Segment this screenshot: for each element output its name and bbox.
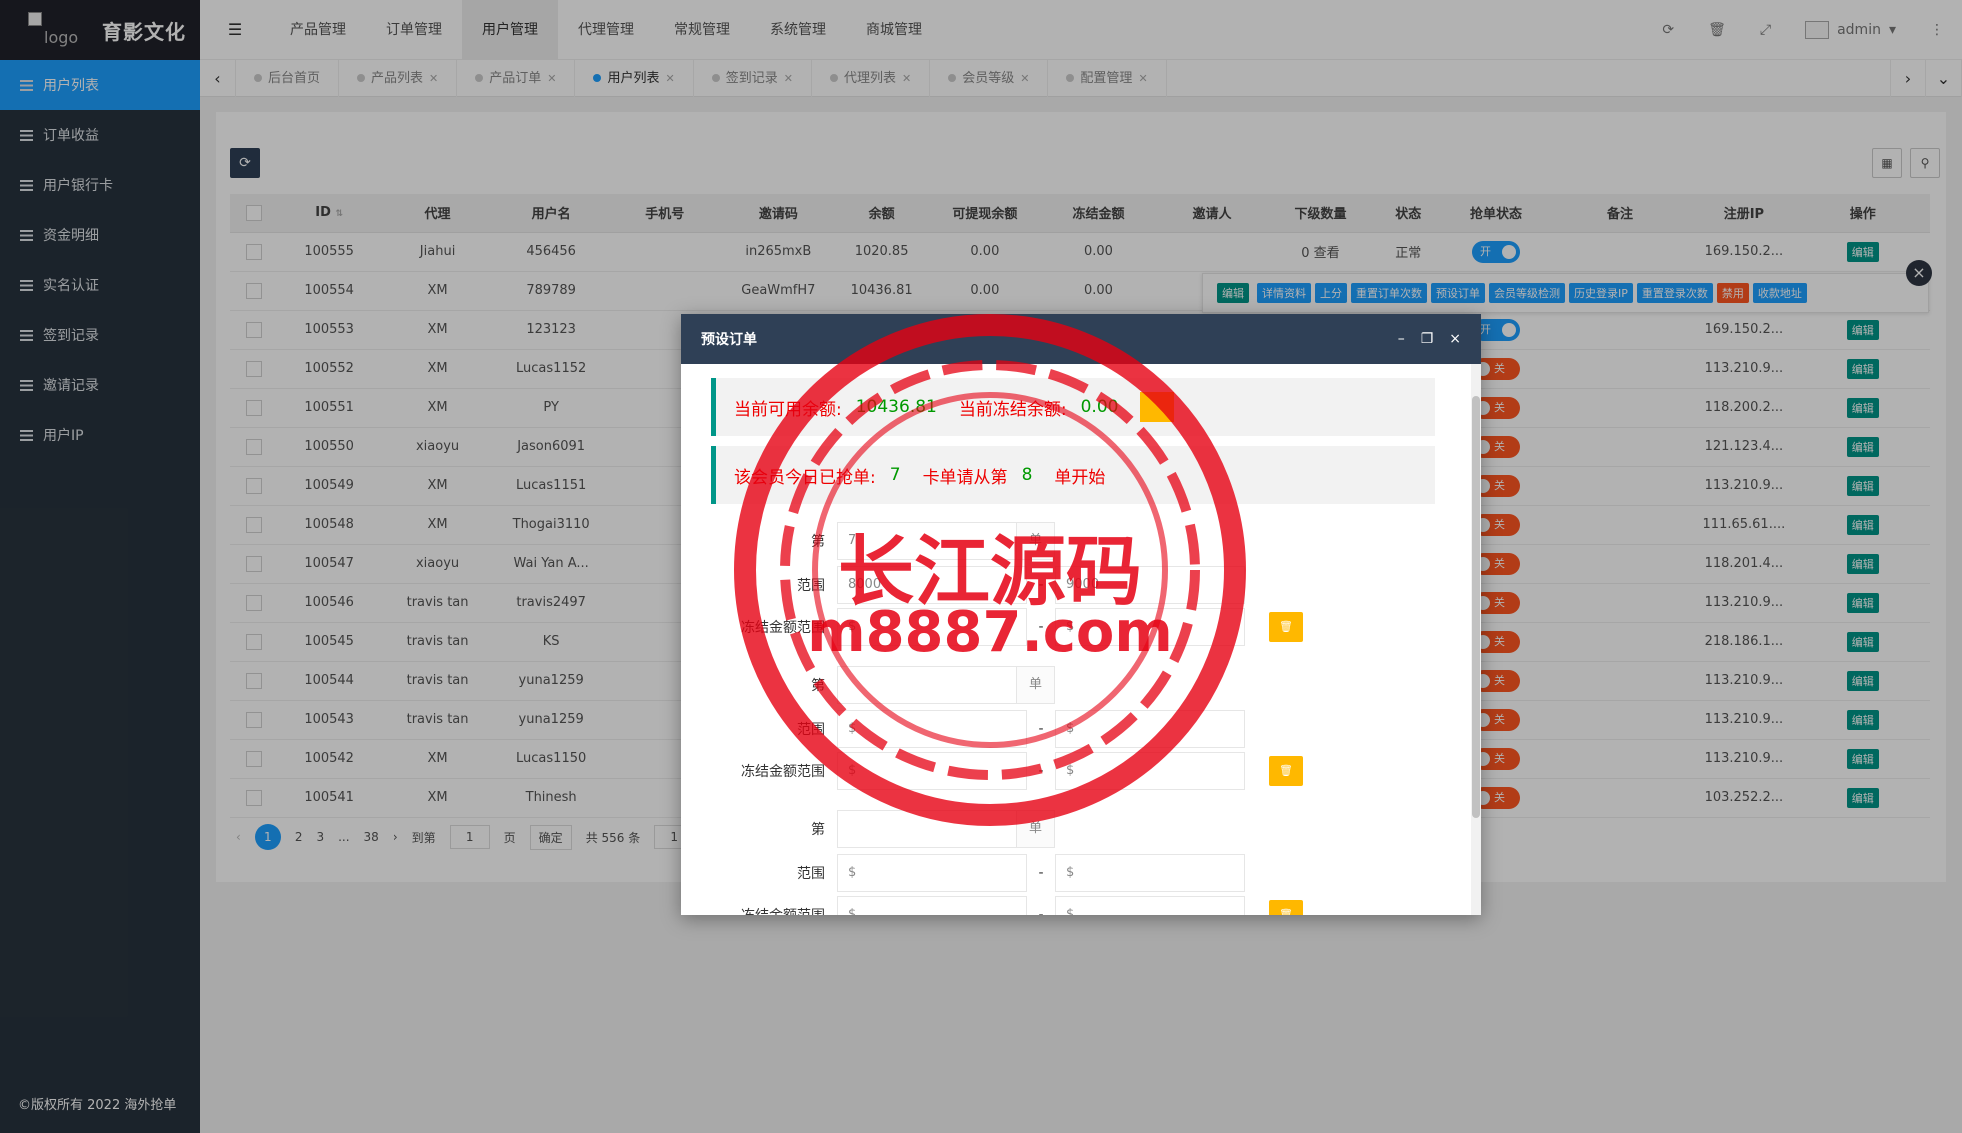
balance-notice: 当前可用余额: 10436.81 当前冻结余额: 0.00: [711, 378, 1435, 436]
frozen-min-input[interactable]: $: [837, 608, 1027, 646]
frozen-value: 0.00: [1080, 397, 1119, 417]
range-max-input[interactable]: $: [1055, 854, 1245, 892]
frozen-max-input[interactable]: $: [1055, 752, 1245, 790]
form-row: 冻结金额范围$-$🗑: [741, 752, 1303, 790]
range-max-input[interactable]: $: [1055, 710, 1245, 748]
form-row: 范围 $ - $: [741, 854, 1245, 892]
delete-group-button[interactable]: 🗑: [1269, 900, 1303, 915]
modal-close-icon[interactable]: ×: [1449, 331, 1461, 347]
form-row: 冻结金额范围$-$🗑: [741, 608, 1303, 646]
delete-group-button[interactable]: 🗑: [1269, 756, 1303, 786]
form-row: 范围 8000-9000: [741, 566, 1245, 604]
frozen-max-input[interactable]: $: [1055, 608, 1245, 646]
modal-title: 预设订单: [701, 332, 757, 348]
form-row: 范围 $ - $: [741, 710, 1245, 748]
refresh-balance-button[interactable]: [1140, 392, 1175, 422]
order-number-input[interactable]: 7: [837, 522, 1017, 560]
range-min-input[interactable]: $: [837, 854, 1027, 892]
range-max-input[interactable]: 9000: [1055, 566, 1245, 604]
form-row: 第单: [741, 810, 1055, 848]
order-number-input[interactable]: [837, 810, 1017, 848]
range-min-input[interactable]: 8000: [837, 566, 1027, 604]
delete-group-button[interactable]: 🗑: [1269, 612, 1303, 642]
form-row: 第单: [741, 666, 1055, 704]
form-row: 第7单: [741, 522, 1055, 560]
form-row: 冻结金额范围$-$🗑: [741, 896, 1303, 915]
balance-value: 10436.81: [855, 397, 937, 417]
modal-scrollbar[interactable]: [1471, 364, 1481, 915]
range-min-input[interactable]: $: [837, 710, 1027, 748]
maximize-icon[interactable]: ❐: [1421, 331, 1434, 347]
minimize-icon[interactable]: –: [1398, 331, 1405, 347]
order-notice: 该会员今日已抢单: 7 卡单请从第 8 单开始: [711, 446, 1435, 504]
frozen-min-input[interactable]: $: [837, 896, 1027, 915]
order-number-input[interactable]: [837, 666, 1017, 704]
preset-order-modal: 预设订单 – ❐ × 当前可用余额: 10436.81 当前冻结余额: 0.00 该…: [681, 314, 1481, 915]
frozen-min-input[interactable]: $: [837, 752, 1027, 790]
frozen-max-input[interactable]: $: [1055, 896, 1245, 915]
